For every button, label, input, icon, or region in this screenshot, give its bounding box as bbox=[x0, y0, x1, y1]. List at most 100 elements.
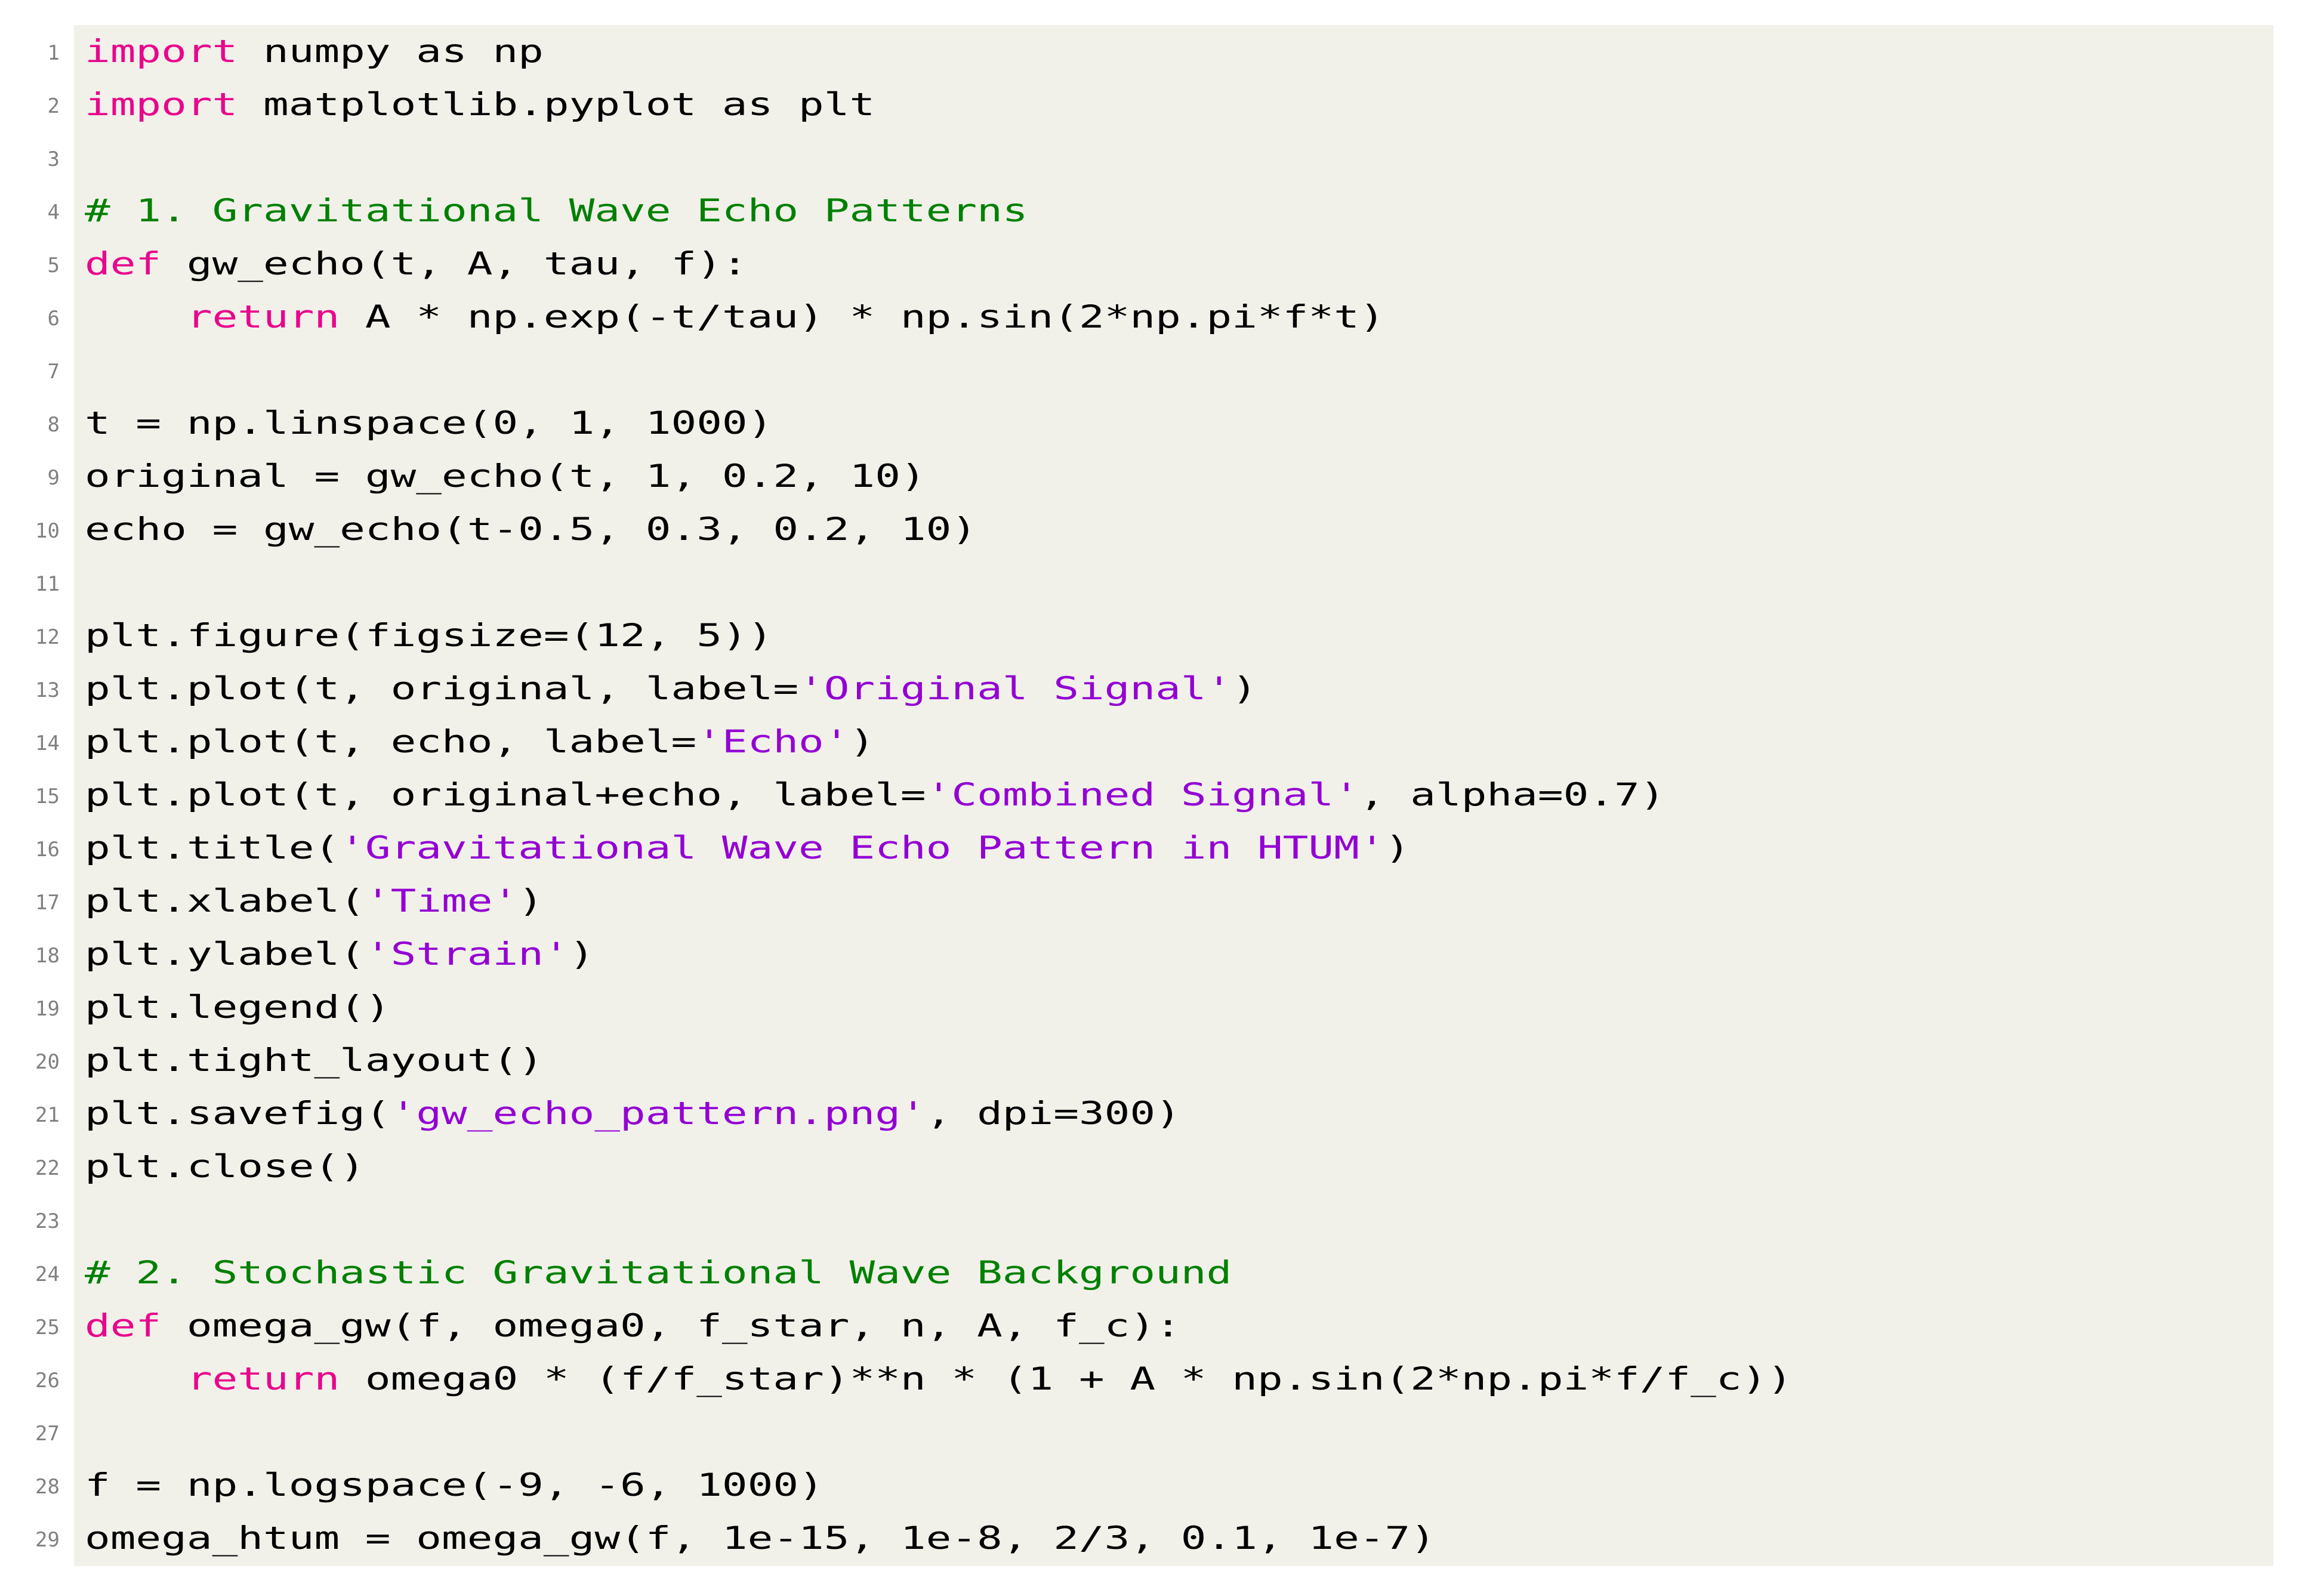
line-text: omega_htum = omega_gw(f, 1e-15, 1e-8, 2/… bbox=[85, 1512, 1436, 1565]
code-line: 5 def gw_echo(t, A, tau, f): bbox=[0, 237, 2307, 291]
line-number: 22 bbox=[35, 1156, 60, 1180]
line-number: 2 bbox=[47, 94, 60, 118]
line-text: return A * np.exp(-t/tau) * np.sin(2*np.… bbox=[85, 291, 1385, 344]
line-text: plt.figure(figsize=(12, 5)) bbox=[85, 609, 773, 662]
line-number: 24 bbox=[35, 1262, 60, 1286]
token-string: 'Strain' bbox=[365, 936, 569, 973]
token-plain: A * np.exp(-t/tau) * np.sin(2*np.pi*f*t) bbox=[340, 299, 1385, 335]
line-number: 14 bbox=[35, 731, 60, 755]
code-line: 4 # 1. Gravitational Wave Echo Patterns bbox=[0, 184, 2307, 237]
code-line: 26 return omega0 * (f/f_star)**n * (1 + … bbox=[0, 1353, 2307, 1406]
token-plain: plt.xlabel( bbox=[85, 883, 365, 919]
code-line: 29 omega_htum = omega_gw(f, 1e-15, 1e-8, … bbox=[0, 1512, 2307, 1565]
code-line: 2 import matplotlib.pyplot as plt bbox=[0, 78, 2307, 131]
token-keyword: def bbox=[85, 246, 162, 282]
token-plain: plt.plot(t, original, label= bbox=[85, 671, 799, 707]
token-plain: ) bbox=[849, 724, 875, 760]
line-number: 8 bbox=[47, 413, 60, 437]
code-line: 16 plt.title('Gravitational Wave Echo Pat… bbox=[0, 822, 2307, 875]
code-line: 24 # 2. Stochastic Gravitational Wave Bac… bbox=[0, 1246, 2307, 1299]
line-number: 20 bbox=[35, 1050, 60, 1074]
code-line: 22 plt.close() bbox=[0, 1140, 2307, 1193]
token-keyword: def bbox=[85, 1308, 162, 1344]
token-string: 'Gravitational Wave Echo Pattern in HTUM… bbox=[340, 830, 1385, 866]
token-keyword: return bbox=[186, 299, 340, 335]
token-plain: gw_echo(t, A, tau, f): bbox=[161, 246, 748, 282]
token-plain: plt.close() bbox=[85, 1149, 365, 1185]
token-keyword: return bbox=[186, 1361, 340, 1397]
line-number: 3 bbox=[47, 147, 60, 171]
token-plain: plt.tight_layout() bbox=[85, 1042, 544, 1079]
code-line: 19 plt.legend() bbox=[0, 981, 2307, 1034]
token-comment: # 1. Gravitational Wave Echo Patterns bbox=[85, 193, 1028, 229]
line-number: 12 bbox=[35, 625, 60, 649]
token-comment: # 2. Stochastic Gravitational Wave Backg… bbox=[85, 1255, 1232, 1291]
line-number: 6 bbox=[47, 307, 60, 331]
line-number: 21 bbox=[35, 1103, 60, 1127]
token-plain: plt.plot(t, original+echo, label= bbox=[85, 777, 926, 813]
line-number: 9 bbox=[47, 466, 60, 490]
line-number: 16 bbox=[35, 838, 60, 862]
code-line: 15 plt.plot(t, original+echo, label='Comb… bbox=[0, 768, 2307, 822]
line-number: 15 bbox=[35, 785, 60, 808]
line-text: # 2. Stochastic Gravitational Wave Backg… bbox=[85, 1246, 1232, 1299]
code-line: 18 plt.ylabel('Strain') bbox=[0, 928, 2307, 981]
token-keyword: import bbox=[85, 87, 238, 123]
line-number: 18 bbox=[35, 944, 60, 968]
code-line: 25 def omega_gw(f, omega0, f_star, n, A, … bbox=[0, 1299, 2307, 1353]
line-text: plt.close() bbox=[85, 1140, 365, 1193]
code-line: 3 bbox=[0, 131, 2307, 184]
token-plain: numpy as np bbox=[238, 33, 544, 70]
line-number: 1 bbox=[47, 41, 60, 65]
token-plain: plt.savefig( bbox=[85, 1095, 391, 1132]
line-number: 11 bbox=[35, 572, 60, 596]
code-line: 10 echo = gw_echo(t-0.5, 0.3, 0.2, 10) bbox=[0, 503, 2307, 556]
line-text: original = gw_echo(t, 1, 0.2, 10) bbox=[85, 450, 926, 503]
line-text: def omega_gw(f, omega0, f_star, n, A, f_… bbox=[85, 1299, 1181, 1353]
code-line: 14 plt.plot(t, echo, label='Echo') bbox=[0, 715, 2307, 768]
token-plain: , alpha=0.7) bbox=[1359, 777, 1666, 813]
line-text: plt.plot(t, original, label='Original Si… bbox=[85, 662, 1257, 715]
token-plain: original = gw_echo(t, 1, 0.2, 10) bbox=[85, 458, 926, 495]
line-text: import numpy as np bbox=[85, 25, 544, 78]
token-string: 'gw_echo_pattern.png' bbox=[390, 1095, 926, 1132]
line-number: 5 bbox=[47, 254, 60, 277]
token-plain: omega0 * (f/f_star)**n * (1 + A * np.sin… bbox=[340, 1361, 1793, 1397]
line-text: plt.xlabel('Time') bbox=[85, 875, 544, 928]
code-line: 7 bbox=[0, 344, 2307, 397]
code-line: 8 t = np.linspace(0, 1, 1000) bbox=[0, 397, 2307, 450]
code-line: 17 plt.xlabel('Time') bbox=[0, 875, 2307, 928]
line-text: import matplotlib.pyplot as plt bbox=[85, 78, 875, 131]
line-text: return omega0 * (f/f_star)**n * (1 + A *… bbox=[85, 1353, 1793, 1406]
line-number: 29 bbox=[35, 1528, 60, 1552]
token-string: 'Combined Signal' bbox=[926, 777, 1359, 813]
line-text: echo = gw_echo(t-0.5, 0.3, 0.2, 10) bbox=[85, 503, 977, 556]
token-string: 'Echo' bbox=[696, 724, 850, 760]
code-line: 6 return A * np.exp(-t/tau) * np.sin(2*n… bbox=[0, 291, 2307, 344]
token-plain: ) bbox=[1384, 830, 1411, 866]
line-text: plt.title('Gravitational Wave Echo Patte… bbox=[85, 822, 1410, 875]
line-number: 13 bbox=[35, 678, 60, 702]
token-keyword: import bbox=[85, 33, 238, 70]
token-plain: ) bbox=[569, 936, 595, 973]
token-plain: ) bbox=[1232, 671, 1257, 707]
token-plain: plt.figure(figsize=(12, 5)) bbox=[85, 618, 773, 654]
line-number: 25 bbox=[35, 1316, 60, 1339]
line-text: def gw_echo(t, A, tau, f): bbox=[85, 237, 748, 291]
code-listing: 1 import numpy as np 2 import matplotlib.py… bbox=[0, 0, 2307, 1596]
line-number: 28 bbox=[35, 1475, 60, 1499]
token-plain: , dpi=300) bbox=[926, 1095, 1181, 1132]
line-text: plt.ylabel('Strain') bbox=[85, 928, 594, 981]
token-string: 'Original Signal' bbox=[798, 671, 1232, 707]
token-plain: plt.plot(t, echo, label= bbox=[85, 724, 697, 760]
line-number: 7 bbox=[47, 360, 60, 384]
line-text: f = np.logspace(-9, -6, 1000) bbox=[85, 1459, 824, 1512]
code-line: 11 bbox=[0, 556, 2307, 609]
token-plain: f = np.logspace(-9, -6, 1000) bbox=[85, 1467, 824, 1504]
code-line: 23 bbox=[0, 1193, 2307, 1246]
code-line: 13 plt.plot(t, original, label='Original … bbox=[0, 662, 2307, 715]
code-line: 12 plt.figure(figsize=(12, 5)) bbox=[0, 609, 2307, 662]
line-number: 27 bbox=[35, 1422, 60, 1446]
